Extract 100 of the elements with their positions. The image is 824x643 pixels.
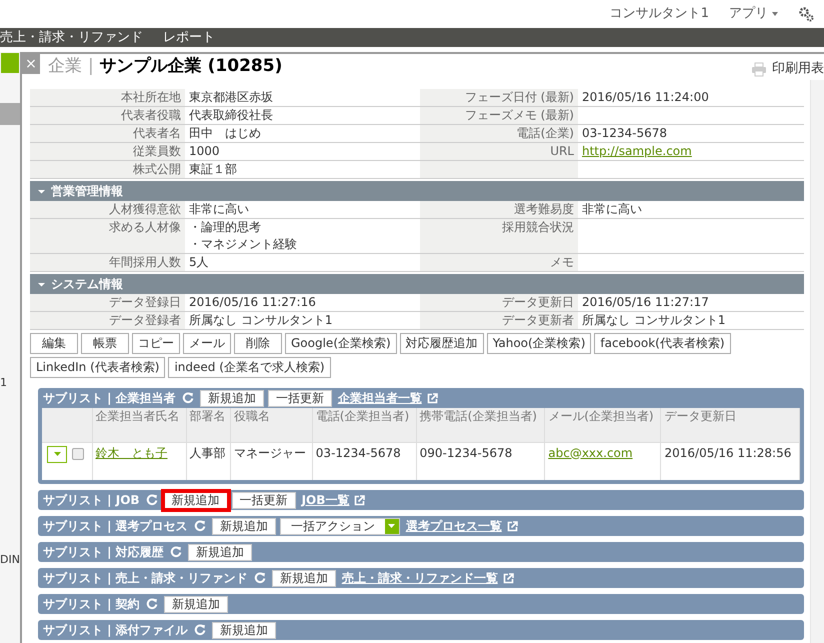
table-link[interactable]: 鈴木 とも子 bbox=[96, 446, 168, 460]
list-line: ・論理的思考 bbox=[189, 219, 262, 236]
field-label: 人材獲得意欲 bbox=[30, 201, 185, 219]
column-header: データ更新日 bbox=[664, 409, 736, 423]
field-label: フェーズメモ (最新) bbox=[420, 107, 578, 125]
refresh-icon[interactable] bbox=[194, 520, 206, 532]
action-button[interactable]: Google(企業検索) bbox=[285, 333, 397, 354]
title-separator: | bbox=[88, 55, 94, 78]
sublist-title: サブリスト | 企業担当者 bbox=[43, 390, 176, 407]
field-value: 東証１部 bbox=[189, 161, 238, 178]
field-value: 2016/05/16 11:24:00 bbox=[582, 90, 709, 104]
external-link-icon bbox=[426, 392, 438, 404]
refresh-icon[interactable] bbox=[254, 572, 266, 584]
action-button[interactable]: indeed (企業名で求人検索) bbox=[168, 357, 331, 378]
field-label: フェーズ日付 (最新) bbox=[420, 89, 578, 107]
add-button[interactable]: 新規追加 bbox=[188, 544, 252, 560]
field-label: 従業員数 bbox=[30, 143, 185, 161]
nav-item[interactable]: 売上・請求・リファンド bbox=[0, 28, 143, 48]
caret-icon bbox=[54, 452, 60, 456]
action-button[interactable]: LinkedIn (代表者検索) bbox=[30, 357, 166, 378]
field-value: 代表取締役社長 bbox=[189, 107, 274, 124]
field-label: 代表者役職 bbox=[30, 107, 185, 125]
field-value: 所属なし コンサルタント1 bbox=[189, 312, 334, 329]
settings-icon[interactable] bbox=[798, 6, 814, 22]
column-header: 部署名 bbox=[190, 409, 226, 423]
field-label: データ登録日 bbox=[30, 294, 185, 312]
url-link[interactable]: http://sample.com bbox=[582, 144, 692, 158]
list-text: 1 bbox=[0, 375, 8, 391]
add-button[interactable]: 新規追加 bbox=[164, 596, 228, 612]
record-type: 企業 bbox=[48, 55, 82, 78]
field-value: 非常に高い bbox=[582, 202, 642, 216]
nav-item[interactable]: レポート bbox=[163, 28, 215, 48]
field-label: URL bbox=[420, 143, 578, 161]
column-header: 携帯電話(企業担当者) bbox=[420, 409, 537, 423]
external-link-icon bbox=[354, 494, 366, 506]
field-label: 株式公開 bbox=[30, 161, 185, 179]
sublist-title: サブリスト | 選考プロセス bbox=[43, 518, 188, 535]
field-label: データ更新日 bbox=[420, 294, 578, 312]
table-cell: 2016/05/16 11:28:56 bbox=[664, 446, 792, 460]
action-button[interactable]: Yahoo(企業検索) bbox=[486, 333, 592, 354]
sublist-title: サブリスト | 契約 bbox=[43, 596, 140, 613]
add-button[interactable]: 新規追加 bbox=[212, 518, 276, 534]
list-line: ・マネジメント経験 bbox=[189, 236, 298, 253]
user-name[interactable]: コンサルタント1 bbox=[610, 4, 709, 24]
action-button[interactable]: メール bbox=[183, 333, 231, 354]
bulk-action-select[interactable]: 一括アクション bbox=[280, 518, 400, 534]
field-label: 本社所在地 bbox=[30, 89, 185, 107]
table-cell: 人事部 bbox=[190, 446, 226, 460]
column-header: メール(企業担当者) bbox=[548, 409, 654, 423]
field-value: 2016/05/16 11:27:17 bbox=[582, 295, 709, 309]
row-menu-button[interactable] bbox=[47, 446, 67, 462]
field-value: 03-1234-5678 bbox=[582, 126, 668, 140]
printer-icon[interactable] bbox=[751, 62, 767, 76]
field-label: 年間採用人数 bbox=[30, 254, 185, 272]
sublist-title: サブリスト | 売上・請求・リファンド bbox=[43, 570, 248, 587]
add-button[interactable]: 新規追加 bbox=[200, 390, 264, 406]
field-label: 求める人材像 bbox=[30, 219, 185, 254]
caret-icon bbox=[772, 12, 778, 16]
table-link[interactable]: abc@xxx.com bbox=[548, 446, 633, 460]
add-button[interactable]: 新規追加 bbox=[272, 570, 336, 586]
sublist-title: サブリスト | 添付ファイル bbox=[43, 622, 188, 639]
external-link-icon bbox=[506, 520, 518, 532]
field-value: 所属なし コンサルタント1 bbox=[582, 313, 726, 327]
action-button[interactable]: 帳票 bbox=[81, 333, 129, 354]
field-value: 田中 はじめ bbox=[189, 125, 262, 142]
table-cell: 090-1234-5678 bbox=[420, 446, 512, 460]
refresh-icon[interactable] bbox=[194, 624, 206, 636]
field-label: 代表者名 bbox=[30, 125, 185, 143]
field-label: データ登録者 bbox=[30, 312, 185, 330]
action-button[interactable]: コピー bbox=[132, 333, 180, 354]
field-value: 5人 bbox=[189, 254, 210, 271]
record-title: サンプル企業 (10285) bbox=[100, 55, 282, 78]
print-link[interactable]: 印刷用表 bbox=[772, 59, 824, 79]
column-header: 役職名 bbox=[234, 409, 270, 423]
add-button[interactable]: 新規追加 bbox=[212, 622, 276, 638]
action-button[interactable]: 削除 bbox=[234, 333, 282, 354]
action-button[interactable]: 対応履歴追加 bbox=[400, 333, 484, 354]
add-button[interactable]: 一括更新 bbox=[268, 390, 332, 406]
refresh-icon[interactable] bbox=[146, 598, 158, 610]
column-header: 電話(企業担当者) bbox=[316, 409, 410, 423]
field-label: 採用競合状況 bbox=[420, 219, 578, 254]
refresh-icon[interactable] bbox=[146, 494, 158, 506]
action-button[interactable]: facebook(代表者検索) bbox=[594, 333, 731, 354]
field-label: 選考難易度 bbox=[420, 201, 578, 219]
field-value: 2016/05/16 11:27:16 bbox=[189, 294, 317, 311]
action-button[interactable]: 編集 bbox=[30, 333, 78, 354]
table-cell: 03-1234-5678 bbox=[316, 446, 401, 460]
field-value: 1000 bbox=[189, 143, 221, 160]
field-label: データ更新者 bbox=[420, 312, 578, 330]
field-value: 東京都港区赤坂 bbox=[189, 89, 274, 106]
refresh-icon[interactable] bbox=[182, 392, 194, 404]
refresh-icon[interactable] bbox=[170, 546, 182, 558]
row-checkbox[interactable] bbox=[72, 448, 84, 460]
add-button[interactable]: 一括更新 bbox=[232, 492, 296, 508]
apps-menu[interactable]: アプリ bbox=[729, 4, 778, 24]
field-label: メモ bbox=[420, 254, 578, 272]
field-label: 電話(企業) bbox=[420, 125, 578, 143]
list-text: DIN bbox=[0, 552, 20, 568]
external-link-icon bbox=[502, 572, 514, 584]
table-cell: マネージャー bbox=[234, 446, 306, 460]
